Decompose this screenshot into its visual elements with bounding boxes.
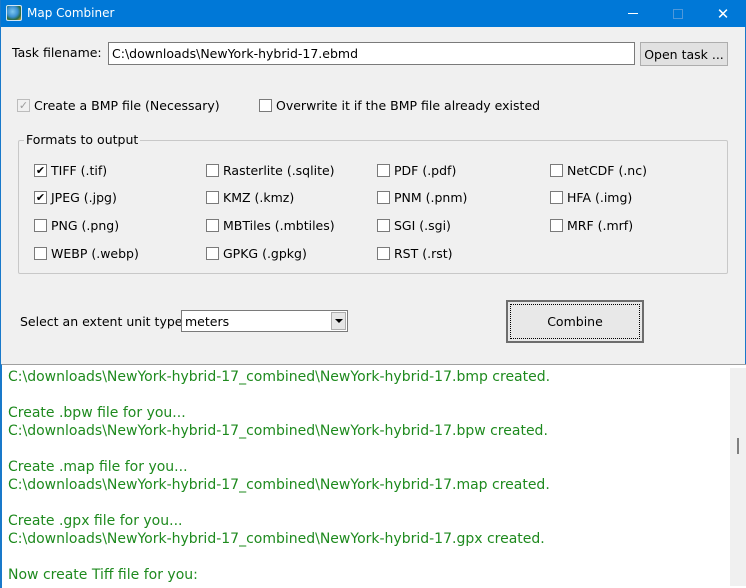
log-line: Now create Tiff file for you: [8,567,198,583]
close-icon: ✕ [716,4,730,23]
format-checkbox[interactable] [206,191,219,204]
create-bmp-checkbox: ✓ [17,99,30,112]
open-task-label: Open task ... [644,46,724,62]
format-checkbox[interactable] [206,219,219,232]
combine-label: Combine [547,314,603,329]
format-checkbox[interactable]: ✔ [34,164,47,177]
format-label: MBTiles (.mbtiles) [223,218,335,233]
create-bmp-label: Create a BMP file (Necessary) [34,98,220,113]
overwrite-bmp-label: Overwrite it if the BMP file already exi… [276,98,541,113]
format-checkbox[interactable] [377,219,390,232]
log-line: Create .bpw file for you... [8,405,186,421]
log-line: C:\downloads\NewYork-hybrid-17_combined\… [8,531,545,547]
overwrite-bmp-checkbox[interactable] [259,99,272,112]
close-button[interactable]: ✕ [700,0,746,27]
format-checkbox[interactable] [377,164,390,177]
chevron-down-icon [334,319,343,323]
log-scrollbar[interactable] [730,368,746,586]
format-label: MRF (.mrf) [567,218,634,233]
format-checkbox[interactable] [550,164,563,177]
log-line: C:\downloads\NewYork-hybrid-17_combined\… [8,477,550,493]
format-label: GPKG (.gpkg) [223,246,307,261]
extent-unit-label: Select an extent unit type: [20,314,187,329]
format-label: JPEG (.jpg) [51,190,117,205]
minimize-icon [628,13,638,14]
format-label: HFA (.img) [567,190,633,205]
format-label: PDF (.pdf) [394,163,457,178]
dropdown-arrow[interactable] [331,312,346,330]
title-bar[interactable]: Map Combiner ✕ [1,0,746,27]
format-checkbox[interactable] [206,247,219,260]
globe-icon [6,5,22,21]
format-label: Rasterlite (.sqlite) [223,163,335,178]
format-checkbox[interactable]: ✔ [34,191,47,204]
format-checkbox[interactable] [34,247,47,260]
scrollbar-thumb[interactable] [737,438,739,454]
minimize-button[interactable] [610,0,656,27]
format-label: SGI (.sgi) [394,218,451,233]
format-checkbox[interactable] [550,219,563,232]
format-label: WEBP (.webp) [51,246,139,261]
formats-groupbox-title: Formats to output [24,132,141,147]
combine-button[interactable]: Combine [506,300,644,343]
format-label: TIFF (.tif) [51,163,108,178]
window-title: Map Combiner [27,6,115,20]
log-line: Create .gpx file for you... [8,513,183,529]
format-checkbox[interactable] [377,247,390,260]
maximize-icon [673,8,683,19]
extent-unit-value: meters [185,314,230,329]
format-label: NetCDF (.nc) [567,163,647,178]
log-line: C:\downloads\NewYork-hybrid-17_combined\… [8,423,548,439]
format-label: PNM (.pnm) [394,190,468,205]
open-task-button[interactable]: Open task ... [640,42,728,66]
task-filename-input[interactable]: C:\downloads\NewYork-hybrid-17.ebmd [108,42,635,65]
log-line: Create .map file for you... [8,459,188,475]
extent-unit-select[interactable]: meters [181,310,348,332]
format-label: KMZ (.kmz) [223,190,295,205]
format-checkbox[interactable] [377,191,390,204]
log-line: C:\downloads\NewYork-hybrid-17_combined\… [8,369,551,385]
maximize-button[interactable] [655,0,701,27]
format-checkbox[interactable] [206,164,219,177]
format-label: RST (.rst) [394,246,453,261]
format-checkbox[interactable] [34,219,47,232]
format-label: PNG (.png) [51,218,120,233]
format-checkbox[interactable] [550,191,563,204]
map-combiner-window: Map Combiner ✕ Task filename: C:\downloa… [0,0,746,588]
log-output[interactable]: C:\downloads\NewYork-hybrid-17_combined\… [1,364,746,588]
task-filename-label: Task filename: [12,45,102,60]
log-lines: C:\downloads\NewYork-hybrid-17_combined\… [8,368,550,584]
